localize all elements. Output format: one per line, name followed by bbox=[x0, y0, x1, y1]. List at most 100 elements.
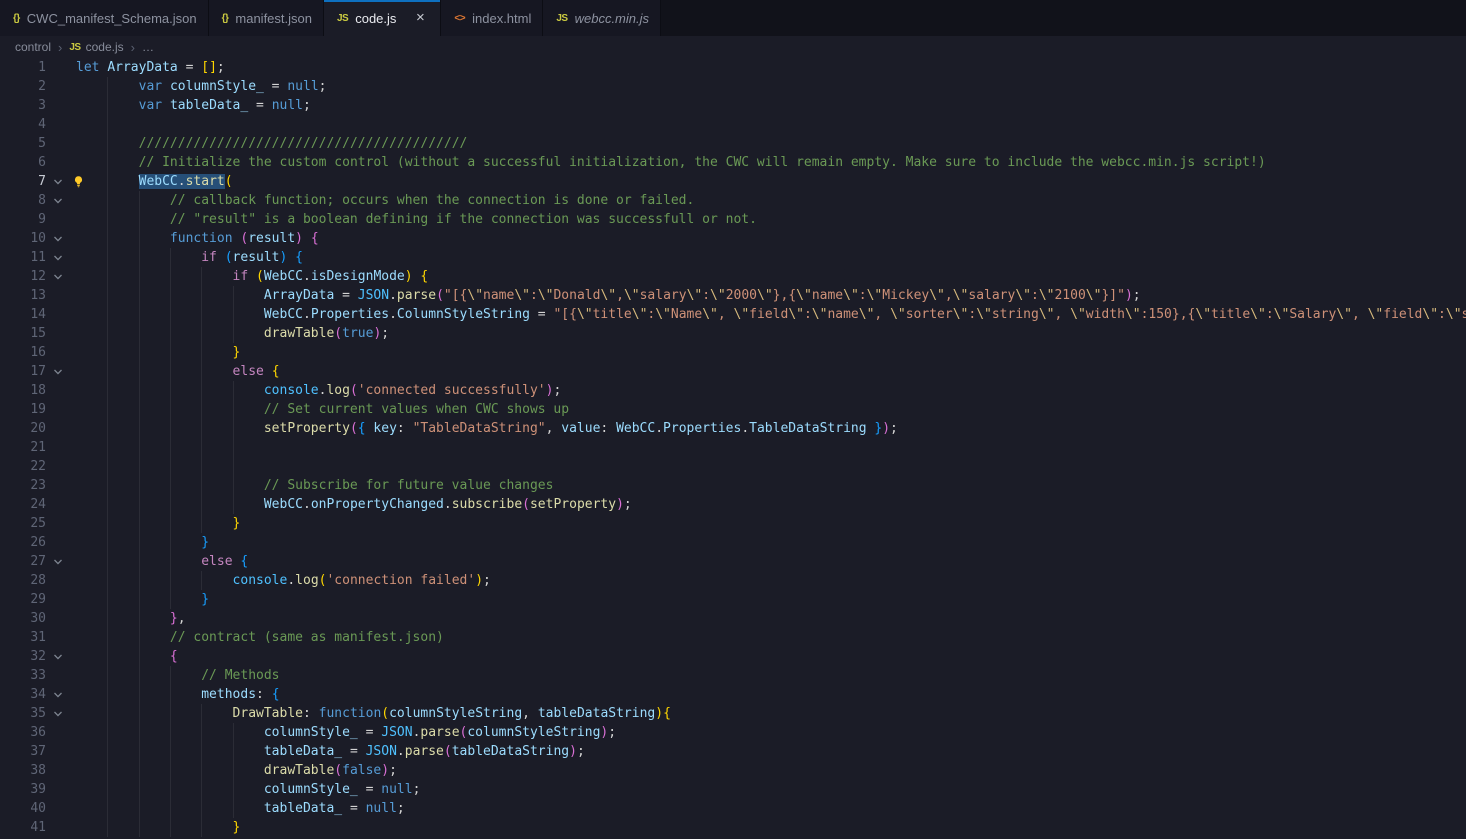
code-content[interactable]: function (result) { bbox=[70, 229, 1466, 248]
fold-chevron-down-icon[interactable] bbox=[46, 172, 70, 191]
fold-chevron-down-icon[interactable] bbox=[46, 248, 70, 267]
indent-guide bbox=[201, 571, 202, 590]
code-content[interactable]: // callback function; occurs when the co… bbox=[70, 191, 1466, 210]
indent-guide bbox=[201, 457, 202, 476]
code-content[interactable]: tableData_ = JSON.parse(tableDataString)… bbox=[70, 742, 1466, 761]
indent-guide bbox=[201, 799, 202, 818]
code-content[interactable]: else { bbox=[70, 552, 1466, 571]
code-content[interactable]: columnStyle_ = JSON.parse(columnStyleStr… bbox=[70, 723, 1466, 742]
code-content[interactable]: ////////////////////////////////////////… bbox=[70, 134, 1466, 153]
code-content[interactable]: columnStyle_ = null; bbox=[70, 780, 1466, 799]
code-content[interactable]: } bbox=[70, 533, 1466, 552]
code-content[interactable]: drawTable(true); bbox=[70, 324, 1466, 343]
code-content[interactable]: } bbox=[70, 514, 1466, 533]
fold-chevron-down-icon[interactable] bbox=[46, 685, 70, 704]
code-content[interactable]: console.log('connection failed'); bbox=[70, 571, 1466, 590]
code-content[interactable]: // Methods bbox=[70, 666, 1466, 685]
indent-guide bbox=[201, 305, 202, 324]
indent-guide bbox=[107, 704, 108, 723]
fold-chevron-down-icon[interactable] bbox=[46, 362, 70, 381]
indent-guide bbox=[139, 343, 140, 362]
line-number: 7 bbox=[0, 172, 46, 191]
breadcrumb-item-code-js[interactable]: JScode.js bbox=[69, 40, 123, 54]
indent-guide bbox=[170, 590, 171, 609]
code-content[interactable]: else { bbox=[70, 362, 1466, 381]
code-content[interactable] bbox=[70, 457, 1466, 476]
code-content[interactable] bbox=[70, 438, 1466, 457]
code-line: 26 } bbox=[0, 533, 1466, 552]
indent-guide bbox=[139, 229, 140, 248]
indent-guide bbox=[170, 666, 171, 685]
line-number: 36 bbox=[0, 723, 46, 742]
indent-guide bbox=[139, 400, 140, 419]
breadcrumb-item--[interactable]: … bbox=[142, 40, 154, 54]
code-content[interactable]: WebCC.start( bbox=[70, 172, 1466, 191]
code-content[interactable]: // Subscribe for future value changes bbox=[70, 476, 1466, 495]
indent-guide bbox=[201, 742, 202, 761]
fold-chevron-down-icon[interactable] bbox=[46, 229, 70, 248]
indent-guide bbox=[170, 248, 171, 267]
code-content[interactable]: setProperty({ key: "TableDataString", va… bbox=[70, 419, 1466, 438]
fold-chevron-down-icon[interactable] bbox=[46, 191, 70, 210]
indent-guide bbox=[201, 495, 202, 514]
code-content[interactable]: var columnStyle_ = null; bbox=[70, 77, 1466, 96]
fold-gutter bbox=[46, 419, 70, 438]
code-line: 33 // Methods bbox=[0, 666, 1466, 685]
code-content[interactable]: methods: { bbox=[70, 685, 1466, 704]
code-content[interactable]: } bbox=[70, 343, 1466, 362]
tab-webcc-min[interactable]: JSwebcc.min.js bbox=[543, 0, 661, 36]
line-number: 12 bbox=[0, 267, 46, 286]
code-line: 25 } bbox=[0, 514, 1466, 533]
fold-chevron-down-icon[interactable] bbox=[46, 267, 70, 286]
breadcrumb-separator-icon: › bbox=[131, 40, 135, 55]
code-content[interactable]: if (result) { bbox=[70, 248, 1466, 267]
fold-chevron-down-icon[interactable] bbox=[46, 704, 70, 723]
tab-manifest[interactable]: {}manifest.json bbox=[209, 0, 324, 36]
code-content[interactable]: WebCC.Properties.ColumnStyleString = "[{… bbox=[70, 305, 1466, 324]
close-tab-icon[interactable]: × bbox=[411, 9, 429, 27]
line-number: 5 bbox=[0, 134, 46, 153]
code-content[interactable]: tableData_ = null; bbox=[70, 799, 1466, 818]
line-number: 27 bbox=[0, 552, 46, 571]
breadcrumb-item-control[interactable]: control bbox=[15, 40, 51, 54]
line-number: 35 bbox=[0, 704, 46, 723]
lightbulb-icon[interactable] bbox=[72, 175, 85, 191]
code-content[interactable]: WebCC.onPropertyChanged.subscribe(setPro… bbox=[70, 495, 1466, 514]
code-content[interactable]: let ArrayData = []; bbox=[70, 58, 1466, 77]
code-line: 27 else { bbox=[0, 552, 1466, 571]
fold-chevron-down-icon[interactable] bbox=[46, 552, 70, 571]
code-line: 34 methods: { bbox=[0, 685, 1466, 704]
code-content[interactable]: }, bbox=[70, 609, 1466, 628]
fold-gutter bbox=[46, 476, 70, 495]
code-content[interactable]: } bbox=[70, 818, 1466, 837]
code-line: 30 }, bbox=[0, 609, 1466, 628]
code-content[interactable]: // Initialize the custom control (withou… bbox=[70, 153, 1466, 172]
code-content[interactable]: if (WebCC.isDesignMode) { bbox=[70, 267, 1466, 286]
code-content[interactable] bbox=[70, 115, 1466, 134]
indent-guide bbox=[107, 324, 108, 343]
tab-cwc-manifest-schema[interactable]: {}CWC_manifest_Schema.json bbox=[0, 0, 209, 36]
line-number: 40 bbox=[0, 799, 46, 818]
code-content[interactable]: console.log('connected successfully'); bbox=[70, 381, 1466, 400]
code-content[interactable]: // "result" is a boolean defining if the… bbox=[70, 210, 1466, 229]
json-braces-icon: {} bbox=[222, 13, 229, 24]
indent-guide bbox=[107, 400, 108, 419]
fold-gutter bbox=[46, 742, 70, 761]
indent-guide bbox=[201, 400, 202, 419]
code-content[interactable]: ArrayData = JSON.parse("[{\"name\":\"Don… bbox=[70, 286, 1466, 305]
indent-guide bbox=[170, 799, 171, 818]
code-content[interactable]: // Set current values when CWC shows up bbox=[70, 400, 1466, 419]
code-content[interactable]: DrawTable: function(columnStyleString, t… bbox=[70, 704, 1466, 723]
code-content[interactable]: var tableData_ = null; bbox=[70, 96, 1466, 115]
tab-index-html[interactable]: <>index.html bbox=[441, 0, 543, 36]
code-content[interactable]: drawTable(false); bbox=[70, 761, 1466, 780]
indent-guide bbox=[139, 381, 140, 400]
fold-chevron-down-icon[interactable] bbox=[46, 647, 70, 666]
code-content[interactable]: // contract (same as manifest.json) bbox=[70, 628, 1466, 647]
code-content[interactable]: } bbox=[70, 590, 1466, 609]
code-line: 2 var columnStyle_ = null; bbox=[0, 77, 1466, 96]
fold-gutter bbox=[46, 58, 70, 77]
indent-guide bbox=[139, 685, 140, 704]
tab-code[interactable]: JScode.js× bbox=[324, 0, 441, 36]
code-content[interactable]: { bbox=[70, 647, 1466, 666]
